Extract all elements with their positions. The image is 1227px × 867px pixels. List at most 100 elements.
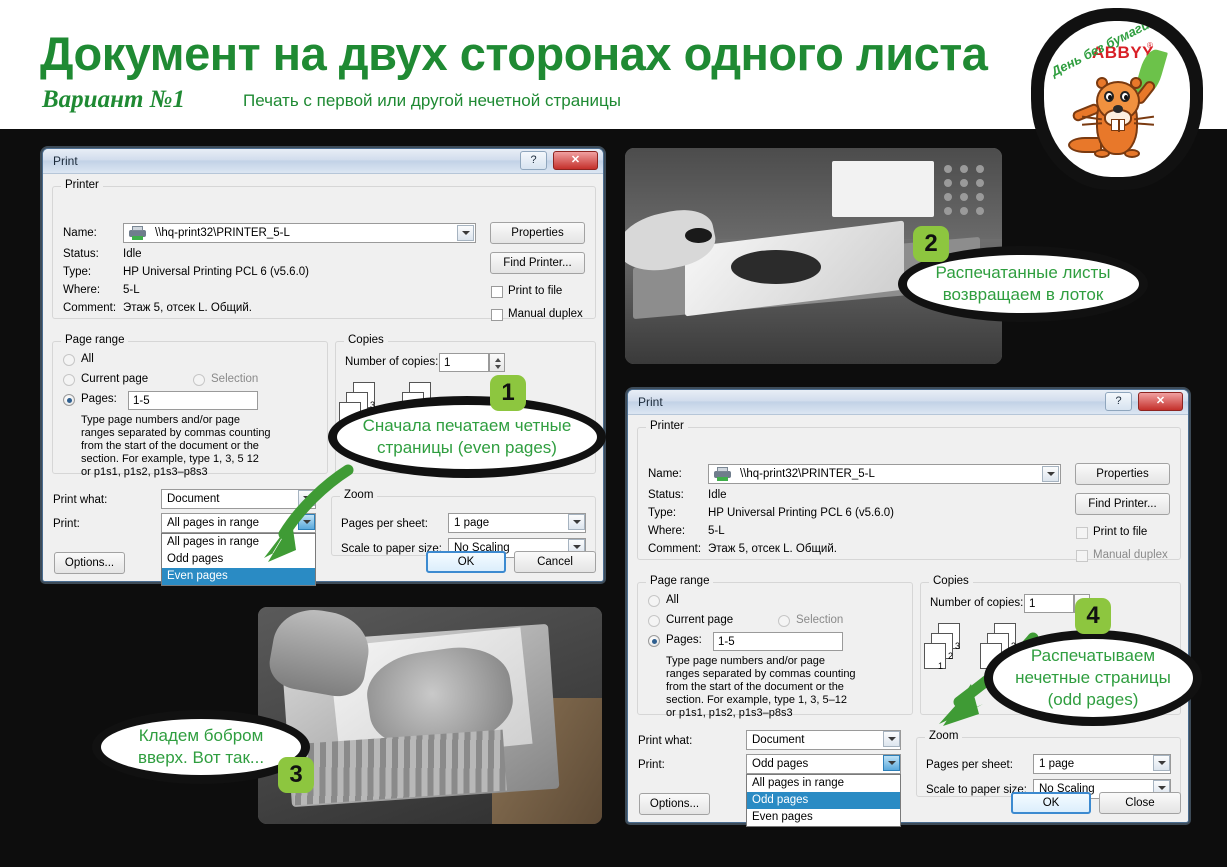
dialog2-current-page-radio[interactable]: [648, 615, 660, 627]
dialog2-comment-label: Comment:: [648, 543, 702, 555]
dialog2-print-arrow[interactable]: [883, 755, 900, 771]
trademark-symbol: ®: [1147, 41, 1153, 50]
dialog1-status-label: Status:: [63, 248, 99, 260]
dialog2-type-value: HP Universal Printing PCL 6 (v5.6.0): [708, 507, 894, 519]
dropdown-item-even-pages[interactable]: Even pages: [162, 568, 315, 585]
callout-2-line-1: Распечатанные листы: [935, 263, 1111, 282]
dialog2-name-label: Name:: [648, 468, 682, 480]
dialog1-where-label: Where:: [63, 284, 101, 296]
step-badge-2: 2: [913, 226, 949, 262]
dialog2-all-radio[interactable]: [648, 595, 660, 607]
photo1-fingernail: [685, 227, 712, 244]
callout-1-line-1: Сначала печатаем четные: [362, 416, 572, 435]
dialog1-print-what-arrow-wrap: [161, 489, 316, 509]
callout-3-line-1: Кладем бобром: [138, 726, 264, 745]
dialog1-comment-value: Этаж 5, отсек L. Общий.: [123, 302, 252, 314]
callout-4-line-2: нечетные страницы: [1015, 668, 1171, 687]
dialog1-print-what-arrow[interactable]: [298, 490, 315, 506]
dialog1-copies-group-label: Copies: [344, 334, 388, 346]
dialog1-manual-duplex-checkbox[interactable]: [491, 309, 503, 321]
dialog1-pages-per-sheet-arrow[interactable]: [568, 514, 585, 530]
dropdown-item-odd-pages[interactable]: Odd pages: [747, 792, 900, 809]
callout-4-line-1: Распечатываем: [1030, 646, 1156, 665]
dialog2-copies-input[interactable]: 1: [1024, 594, 1074, 613]
dialog1-printer-name-combo[interactable]: \\hq-print32\PRINTER_5-L: [123, 223, 476, 243]
dialog2-print-what-label: Print what:: [638, 735, 693, 747]
dialog2-selection-label: Selection: [796, 614, 844, 626]
dropdown-item-odd-pages[interactable]: Odd pages: [162, 551, 315, 568]
dialog1-copies-spinner[interactable]: [489, 353, 505, 372]
dialog1-close-button[interactable]: ✕: [553, 151, 598, 170]
callout-4: Распечатываем нечетные страницы (odd pag…: [984, 630, 1202, 726]
dialog1-current-page-radio[interactable]: [63, 374, 75, 386]
dialog2-print-to-file-checkbox[interactable]: [1076, 527, 1088, 539]
dialog1-pages-input[interactable]: 1-5: [128, 391, 258, 410]
dialog2-print-label: Print:: [638, 759, 665, 771]
dialog1-selection-label: Selection: [211, 373, 259, 385]
dialog1-find-printer-button[interactable]: Find Printer...: [490, 252, 585, 274]
dialog1-printer-name-arrow[interactable]: [457, 225, 474, 241]
dialog1-print-arrow[interactable]: [298, 514, 315, 530]
dialog2-help-button[interactable]: ?: [1105, 392, 1132, 411]
dialog2-copies-label: Number of copies:: [930, 597, 1024, 609]
dialog2-print-what-arrow[interactable]: [883, 731, 900, 747]
beaver-teeth: [1111, 119, 1125, 132]
dialog2-find-printer-button[interactable]: Find Printer...: [1075, 493, 1170, 515]
dialog1-zoom-group-label: Zoom: [340, 489, 378, 501]
collate-page-number: 2: [948, 651, 954, 661]
dialog2-close-button[interactable]: ✕: [1138, 392, 1183, 411]
dropdown-item-even-pages[interactable]: Even pages: [747, 809, 900, 826]
dialog1-printer-name-value: \\hq-print32\PRINTER_5-L: [155, 227, 290, 239]
callout-2-line-2: возвращаем в лоток: [942, 285, 1104, 304]
dialog2-close-dialog-button[interactable]: Close: [1099, 792, 1181, 814]
dialog2-selection-radio: [778, 615, 790, 627]
dialog1-selection-radio: [193, 374, 205, 386]
dialog2-where-label: Where:: [648, 525, 686, 537]
dialog2-pages-per-sheet-arrow[interactable]: [1153, 755, 1170, 771]
print-dialog-1[interactable]: Print ? ✕ Printer Name: \\hq-print32\PRI…: [42, 148, 604, 586]
dialog1-help-button[interactable]: ?: [520, 151, 547, 170]
dialog1-comment-label: Comment:: [63, 302, 117, 314]
dialog1-current-page-label: Current page: [81, 373, 149, 385]
dialog1-options-button[interactable]: Options...: [54, 552, 125, 574]
dialog1-properties-button[interactable]: Properties: [490, 222, 585, 244]
dialog2-titlebar[interactable]: Print ? ✕: [628, 390, 1188, 415]
dialog2-status-label: Status:: [648, 489, 684, 501]
dialog1-print-dropdown[interactable]: All pages in range Odd pages Even pages: [161, 533, 316, 586]
collate-page-number: 1: [938, 661, 944, 671]
dialog2-ok-button[interactable]: OK: [1011, 792, 1091, 814]
dialog2-type-label: Type:: [648, 507, 677, 519]
callout-1-line-2: страницы (even pages): [376, 438, 557, 457]
dialog1-cancel-button[interactable]: Cancel: [514, 551, 596, 573]
dialog2-page-range-label: Page range: [646, 575, 714, 587]
dialog2-options-button[interactable]: Options...: [639, 793, 710, 815]
dialog2-print-to-file-label: Print to file: [1093, 526, 1148, 538]
dialog2-pages-input[interactable]: 1-5: [713, 632, 843, 651]
dialog1-ok-button[interactable]: OK: [426, 551, 506, 573]
dialog2-print-dropdown[interactable]: All pages in range Odd pages Even pages: [746, 774, 901, 827]
beaver-foot-right: [1124, 149, 1140, 158]
dialog2-manual-duplex-label: Manual duplex: [1093, 549, 1168, 561]
dialog2-pages-radio[interactable]: [648, 635, 660, 647]
dialog2-printer-name-value: \\hq-print32\PRINTER_5-L: [740, 468, 875, 480]
dropdown-item-all-pages[interactable]: All pages in range: [162, 534, 315, 551]
dialog1-copies-label: Number of copies:: [345, 356, 439, 368]
step-badge-4: 4: [1075, 598, 1111, 634]
dialog2-properties-button[interactable]: Properties: [1075, 463, 1170, 485]
printer-icon: [714, 467, 731, 481]
dialog1-copies-input[interactable]: 1: [439, 353, 489, 372]
dialog1-titlebar[interactable]: Print ? ✕: [43, 149, 603, 174]
dropdown-item-all-pages[interactable]: All pages in range: [747, 775, 900, 792]
dialog1-printer-group-label: Printer: [61, 179, 103, 191]
dialog1-print-to-file-checkbox[interactable]: [491, 286, 503, 298]
beaver-nose: [1113, 105, 1123, 113]
dialog1-pages-hint: Type page numbers and/or page ranges sep…: [81, 414, 271, 478]
dialog2-all-label: All: [666, 594, 679, 606]
dialog1-pages-radio[interactable]: [63, 394, 75, 406]
dialog2-printer-name-arrow[interactable]: [1042, 466, 1059, 482]
dialog2-pps-arrow-wrap: [1033, 754, 1171, 774]
dialog1-print-label: Print:: [53, 518, 80, 530]
dialog1-all-radio[interactable]: [63, 354, 75, 366]
photo1-keypad: [942, 161, 999, 230]
dialog2-printer-name-combo[interactable]: \\hq-print32\PRINTER_5-L: [708, 464, 1061, 484]
